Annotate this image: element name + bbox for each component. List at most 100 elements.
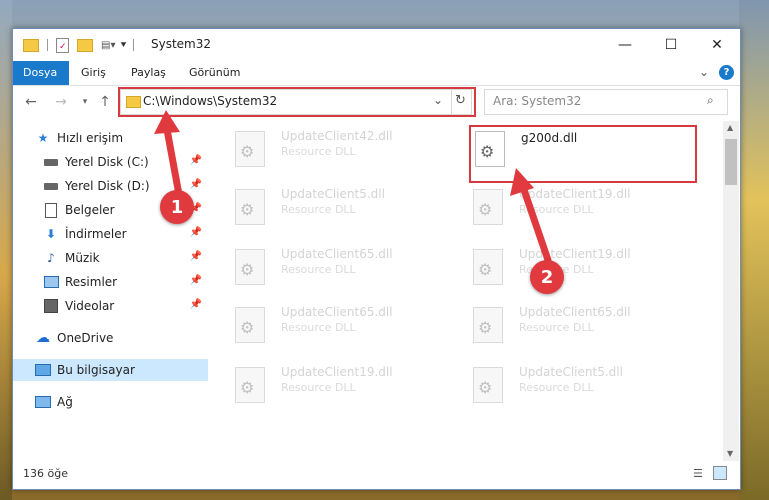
scroll-down-icon[interactable]: ▼ bbox=[727, 449, 733, 458]
window-title: System32 bbox=[151, 37, 212, 51]
toolbar-dropdown-icon[interactable]: ⯆ bbox=[119, 40, 127, 51]
scrollbar-thumb[interactable] bbox=[725, 139, 737, 185]
properties-icon[interactable]: ✓ bbox=[56, 37, 69, 53]
back-button[interactable]: ← bbox=[21, 92, 41, 112]
file-name: UpdateClient5.dll bbox=[281, 187, 385, 201]
file-item[interactable]: ⚙ UpdateClient5.dll Resource DLL bbox=[447, 361, 667, 409]
sidebar-item-label: Belgeler bbox=[65, 203, 115, 217]
title-bar: ✓ ▤▾ ⯆ System32 — ☐ ✕ bbox=[13, 29, 740, 61]
explorer-window: ✓ ▤▾ ⯆ System32 — ☐ ✕ Dosya Giriş Paylaş… bbox=[12, 28, 741, 490]
tab-view[interactable]: Görünüm bbox=[179, 61, 250, 85]
gear-icon: ⚙ bbox=[240, 378, 255, 397]
recent-locations-button[interactable]: ▾ bbox=[75, 92, 95, 112]
file-item[interactable]: ⚙ UpdateClient65.dll Resource DLL bbox=[447, 301, 667, 349]
search-input[interactable]: Ara: System32 ⌕ bbox=[484, 89, 728, 115]
sidebar-item-network[interactable]: Ağ bbox=[13, 391, 208, 413]
disk-icon bbox=[43, 178, 59, 194]
pin-icon: 📌 bbox=[189, 227, 202, 238]
new-folder-icon[interactable] bbox=[77, 38, 93, 52]
annotation-badge-1: 1 bbox=[160, 190, 194, 224]
sidebar-item-music[interactable]: ♪ Müzik 📌 bbox=[13, 247, 208, 269]
gear-icon: ⚙ bbox=[240, 200, 255, 219]
sidebar-item-pictures[interactable]: Resimler 📌 bbox=[13, 271, 208, 293]
gear-icon: ⚙ bbox=[478, 378, 493, 397]
up-button[interactable]: ↑ bbox=[95, 92, 115, 112]
file-type: Resource DLL bbox=[519, 321, 594, 334]
separator bbox=[47, 39, 48, 51]
dll-file-icon: ⚙ bbox=[473, 307, 503, 343]
sidebar-item-label: İndirmeler bbox=[65, 227, 127, 241]
item-count: 136 öğe bbox=[23, 467, 68, 480]
file-type: Resource DLL bbox=[281, 203, 356, 216]
file-name: UpdateClient65.dll bbox=[519, 305, 631, 319]
sidebar-item-label: Hızlı erişim bbox=[57, 131, 124, 145]
desktop-background-right bbox=[739, 0, 769, 500]
file-type: Resource DLL bbox=[519, 381, 594, 394]
file-highlight-box bbox=[469, 125, 697, 183]
sidebar-item-label: Videolar bbox=[65, 299, 115, 313]
gear-icon: ⚙ bbox=[478, 200, 493, 219]
file-item[interactable]: ⚙ UpdateClient5.dll Resource DLL bbox=[209, 183, 429, 231]
file-item[interactable]: ⚙ UpdateClient65.dll Resource DLL bbox=[209, 301, 429, 349]
help-icon[interactable]: ? bbox=[719, 65, 734, 80]
file-item[interactable]: ⚙ UpdateClient19.dll Resource DLL bbox=[209, 361, 429, 409]
dll-file-icon: ⚙ bbox=[235, 307, 265, 343]
scroll-up-icon[interactable]: ▲ bbox=[727, 123, 733, 132]
chevron-down-icon[interactable]: ⌄ bbox=[699, 65, 709, 79]
large-icons-view-icon[interactable] bbox=[713, 466, 727, 480]
sidebar-item-label: Müzik bbox=[65, 251, 100, 265]
annotation-arrow-2 bbox=[510, 168, 552, 264]
customize-toolbar-icon[interactable]: ▤▾ bbox=[101, 40, 115, 51]
file-type: Resource DLL bbox=[281, 263, 356, 276]
vertical-scrollbar[interactable]: ▲ ▼ bbox=[723, 121, 739, 461]
file-list: ⚙ UpdateClient42.dll Resource DLL ⚙ g200… bbox=[209, 121, 723, 461]
forward-button[interactable]: → bbox=[51, 92, 71, 112]
annotation-badge-2: 2 bbox=[530, 260, 564, 294]
video-icon bbox=[43, 298, 59, 314]
tab-file[interactable]: Dosya bbox=[13, 61, 69, 85]
file-type: Resource DLL bbox=[281, 381, 356, 394]
maximize-button[interactable]: ☐ bbox=[648, 29, 694, 61]
folder-icon[interactable] bbox=[23, 38, 39, 52]
search-icon[interactable]: ⌕ bbox=[707, 93, 714, 108]
minimize-button[interactable]: — bbox=[602, 29, 648, 61]
dll-file-icon: ⚙ bbox=[473, 249, 503, 285]
pin-icon: 📌 bbox=[189, 299, 202, 310]
close-button[interactable]: ✕ bbox=[694, 29, 740, 61]
dll-file-icon: ⚙ bbox=[235, 367, 265, 403]
sidebar-item-onedrive[interactable]: ☁ OneDrive bbox=[13, 327, 208, 349]
gear-icon: ⚙ bbox=[478, 260, 493, 279]
file-item[interactable]: ⚙ UpdateClient42.dll Resource DLL bbox=[209, 125, 429, 173]
sidebar-item-videos[interactable]: Videolar 📌 bbox=[13, 295, 208, 317]
gear-icon: ⚙ bbox=[240, 260, 255, 279]
file-item[interactable]: ⚙ UpdateClient65.dll Resource DLL bbox=[209, 243, 429, 291]
sidebar-item-label: Yerel Disk (C:) bbox=[65, 155, 149, 169]
dll-file-icon: ⚙ bbox=[473, 189, 503, 225]
dll-file-icon: ⚙ bbox=[235, 131, 265, 167]
tab-home[interactable]: Giriş bbox=[71, 61, 116, 85]
star-icon: ★ bbox=[37, 131, 49, 145]
file-type: Resource DLL bbox=[281, 145, 356, 158]
file-name: UpdateClient5.dll bbox=[519, 365, 623, 379]
gear-icon: ⚙ bbox=[240, 142, 255, 161]
sidebar-item-label: OneDrive bbox=[57, 331, 114, 345]
pin-icon: 📌 bbox=[189, 251, 202, 262]
dll-file-icon: ⚙ bbox=[235, 249, 265, 285]
search-placeholder: Ara: System32 bbox=[493, 94, 582, 108]
sidebar-item-downloads[interactable]: ⬇ İndirmeler 📌 bbox=[13, 223, 208, 245]
dll-file-icon: ⚙ bbox=[235, 189, 265, 225]
file-name: UpdateClient65.dll bbox=[281, 305, 393, 319]
document-icon bbox=[43, 202, 59, 218]
sidebar-item-this-pc[interactable]: Bu bilgisayar bbox=[13, 359, 208, 381]
ribbon: Dosya Giriş Paylaş Görünüm ⌄ ? bbox=[13, 61, 740, 86]
tab-share[interactable]: Paylaş bbox=[121, 61, 176, 85]
file-type: Resource DLL bbox=[281, 321, 356, 334]
gear-icon: ⚙ bbox=[240, 318, 255, 337]
address-row: ← → ▾ ↑ C:\Windows\System32 ⌄ ↻ Ara: Sys… bbox=[13, 86, 740, 118]
file-name: UpdateClient42.dll bbox=[281, 129, 393, 143]
sidebar-item-label: Yerel Disk (D:) bbox=[65, 179, 150, 193]
details-view-icon[interactable]: ☰ bbox=[693, 467, 703, 480]
file-name: UpdateClient19.dll bbox=[281, 365, 393, 379]
download-icon: ⬇ bbox=[45, 227, 57, 241]
sidebar-item-label: Bu bilgisayar bbox=[57, 363, 135, 377]
